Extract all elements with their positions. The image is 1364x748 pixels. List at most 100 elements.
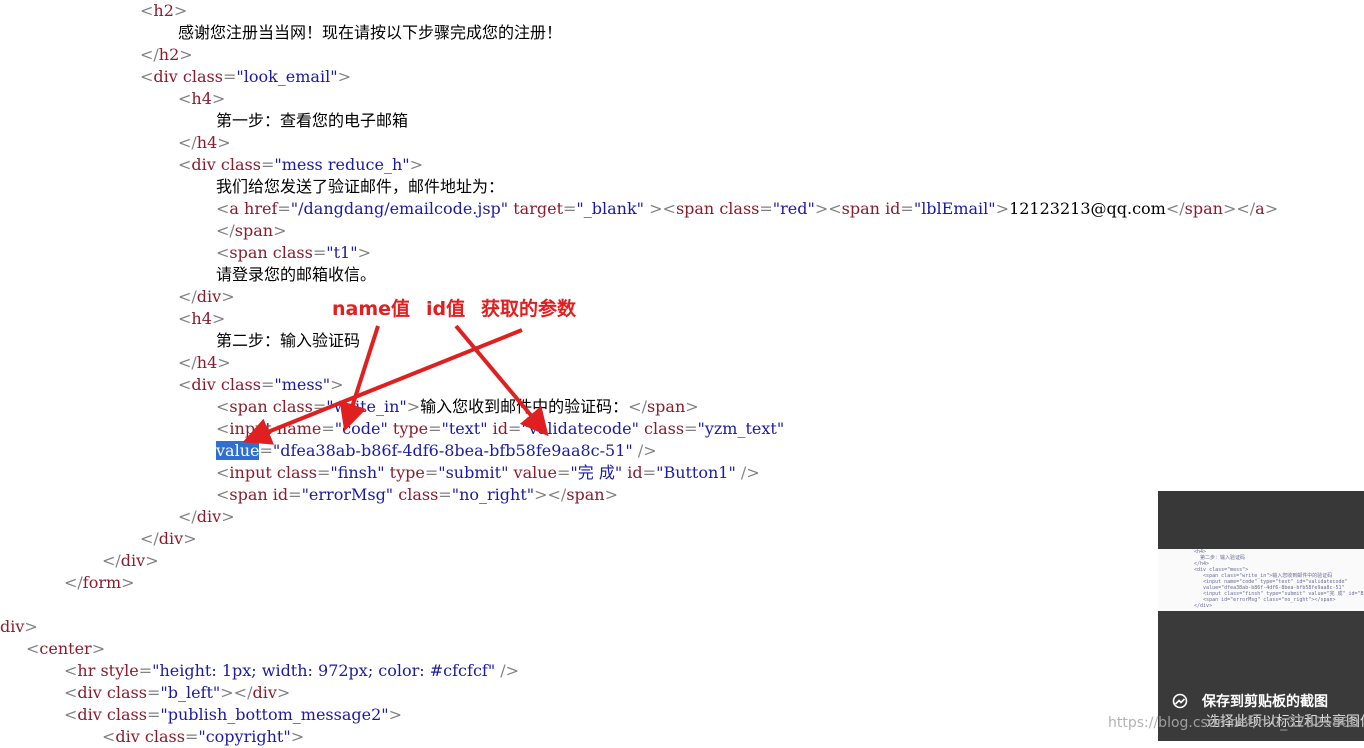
code-token: h4 [191,89,212,108]
code-line[interactable]: <div class="look_email"> [140,66,351,88]
code-token: </ [178,353,197,372]
code-token: "t1" [326,243,358,262]
code-token: < [178,155,192,174]
code-line[interactable]: <hr style="height: 1px; width: 972px; co… [64,660,519,682]
code-token: < [216,397,230,416]
code-line[interactable]: </h4> [178,132,231,154]
code-line[interactable]: </span> [216,220,287,242]
code-token: = [508,419,522,438]
code-line[interactable]: <span id="errorMsg" class="no_right"></s… [216,484,618,506]
code-token: div [77,705,107,724]
code-token: ></ [220,683,253,702]
code-token: > [685,397,699,416]
code-line[interactable]: <div class="publish_bottom_message2"> [64,704,402,726]
annotation-name-label: name值 [332,298,411,320]
code-token: = [563,199,577,218]
code-line[interactable]: </form> [64,572,135,594]
code-token: span [646,397,686,416]
code-token: "yzm_text" [697,419,785,438]
code-token: > [221,287,235,306]
code-token: = [260,375,275,394]
code-token: = [138,661,153,680]
code-line[interactable]: <h2> [140,0,187,22]
code-line[interactable]: 第二步：输入验证码 [216,330,360,352]
code-token: "look_email" [236,67,338,86]
code-token: 第一步：查看您的电子邮箱 [216,111,409,130]
code-token: </ [1165,199,1185,218]
code-token: span [229,485,273,504]
code-token: "validatecode" [521,419,639,438]
code-token: > [217,353,231,372]
code-token: < [216,243,230,262]
code-token: > [91,639,106,658]
toast-thumbnail[interactable]: <h4> 第二步：输入验证码 </h4> <div class="mess"> … [1158,549,1364,611]
code-line[interactable]: <span class="write_in">输入您收到邮件中的验证码：</sp… [216,396,699,418]
code-line[interactable]: </h4> [178,352,231,374]
code-token: </ [140,45,159,64]
code-token: "no_right" [451,485,535,504]
code-line[interactable]: <center> [26,638,105,660]
code-token: /> [632,441,657,460]
code-token: < [64,705,78,724]
code-line[interactable]: 第一步：查看您的电子邮箱 [216,110,408,132]
code-token: = [428,419,442,438]
code-line[interactable]: <input class="finsh" type="submit" value… [216,462,760,484]
code-line[interactable]: </h2> [140,44,193,66]
code-line[interactable]: div> [0,616,38,638]
code-line[interactable]: <span class="t1"> [216,242,371,264]
code-token: < [216,463,230,482]
code-line[interactable]: <h4> [178,88,225,110]
code-token: span [229,243,273,262]
code-token: < [140,1,154,20]
code-line[interactable]: 我们给您发送了验证邮件，邮件地址为： [216,176,504,198]
code-line[interactable]: <a href="/dangdang/emailcode.jsp" target… [216,198,1278,220]
code-token: </ [628,397,647,416]
code-token: < [216,485,230,504]
code-line[interactable]: <div class="b_left"></div> [64,682,290,704]
code-line[interactable]: <h4> [178,308,225,330]
code-token: = [259,441,273,460]
code-token: input [229,419,277,438]
code-token: >< [644,199,676,218]
code-token: = [312,397,327,416]
code-token: </ [140,529,159,548]
code-token: < [178,375,192,394]
toast-title-text: 保存到剪贴板的截图 [1202,694,1328,710]
code-token: = [222,67,237,86]
code-token: "mess" [274,375,331,394]
code-token: < [26,639,40,658]
code-token: div [196,287,222,306]
code-token: id [272,485,289,504]
code-token: div [191,155,221,174]
screenshot-toast[interactable]: <h4> 第二步：输入验证码 </h4> <div class="mess"> … [1158,491,1364,741]
code-line[interactable]: 请登录您的邮箱收信。 [216,264,376,286]
code-token: class [272,397,313,416]
scissors-icon [1172,693,1188,709]
code-line[interactable]: <div class="mess"> [178,374,344,396]
code-line[interactable]: <div class="mess reduce_h"> [178,154,423,176]
code-token: > [406,397,421,416]
code-token: "/dangdang/emailcode.jsp" [290,199,509,218]
code-token: span [675,199,720,218]
code-token: > [604,485,619,504]
code-line[interactable]: <input name="code" type="text" id="valid… [216,418,784,440]
code-token: < [64,661,78,680]
code-line[interactable]: </div> [178,286,235,308]
code-token: < [216,419,230,438]
code-token: value [216,441,260,460]
code-token: span [234,221,274,240]
code-token: h4 [191,309,212,328]
code-line[interactable]: </div> [102,550,159,572]
code-token: span [229,397,273,416]
code-token: > [145,551,159,570]
code-token: div [77,683,107,702]
code-token: ></ [534,485,567,504]
code-line[interactable]: <div class="copyright"> [102,726,304,748]
code-token: class [182,67,223,86]
code-line[interactable]: </div> [178,506,235,528]
code-line[interactable]: value="dfea38ab-b86f-4df6-8bea-bfb58fe9a… [216,440,657,462]
code-line[interactable]: </div> [140,528,197,550]
code-token: = [146,705,161,724]
code-line[interactable]: 感谢您注册当当网！现在请按以下步骤完成您的注册！ [178,22,562,44]
code-token: = [759,199,773,218]
